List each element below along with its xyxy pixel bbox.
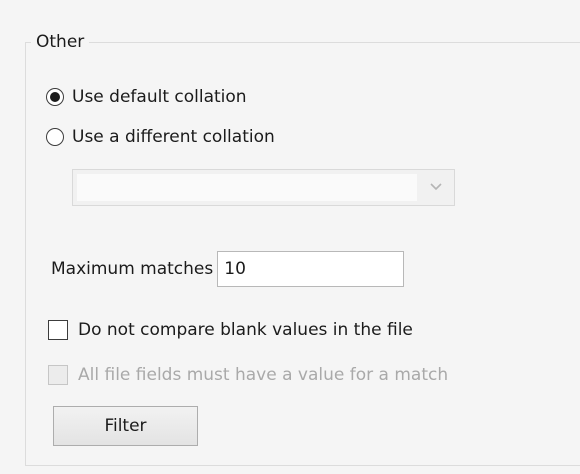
options-panel: Other Use default collation Use a differ… <box>0 0 580 474</box>
filter-button[interactable]: Filter <box>53 406 198 446</box>
all-fields-option: All file fields must have a value for a … <box>48 364 448 386</box>
groupbox-title: Other <box>31 31 90 53</box>
collation-dropdown[interactable] <box>72 169 455 206</box>
radio-default-collation[interactable]: Use default collation <box>46 86 247 108</box>
collation-dropdown-value <box>77 174 417 201</box>
default-collation-label: Use default collation <box>72 87 247 107</box>
radio-selected-dot <box>50 92 60 102</box>
maximum-matches-input[interactable] <box>217 251 405 287</box>
radio-button-different[interactable] <box>46 128 64 146</box>
maximum-matches-label: Maximum matches <box>51 259 214 279</box>
blank-values-checkbox[interactable] <box>48 320 68 340</box>
maximum-matches-row: Maximum matches <box>51 251 405 287</box>
radio-button-default[interactable] <box>46 88 64 106</box>
blank-values-label: Do not compare blank values in the file <box>78 320 413 340</box>
different-collation-label: Use a different collation <box>72 127 275 147</box>
radio-different-collation[interactable]: Use a different collation <box>46 126 275 148</box>
chevron-down-icon[interactable] <box>426 175 446 199</box>
blank-values-option[interactable]: Do not compare blank values in the file <box>48 319 413 341</box>
all-fields-label: All file fields must have a value for a … <box>78 365 449 385</box>
all-fields-checkbox <box>48 365 68 385</box>
